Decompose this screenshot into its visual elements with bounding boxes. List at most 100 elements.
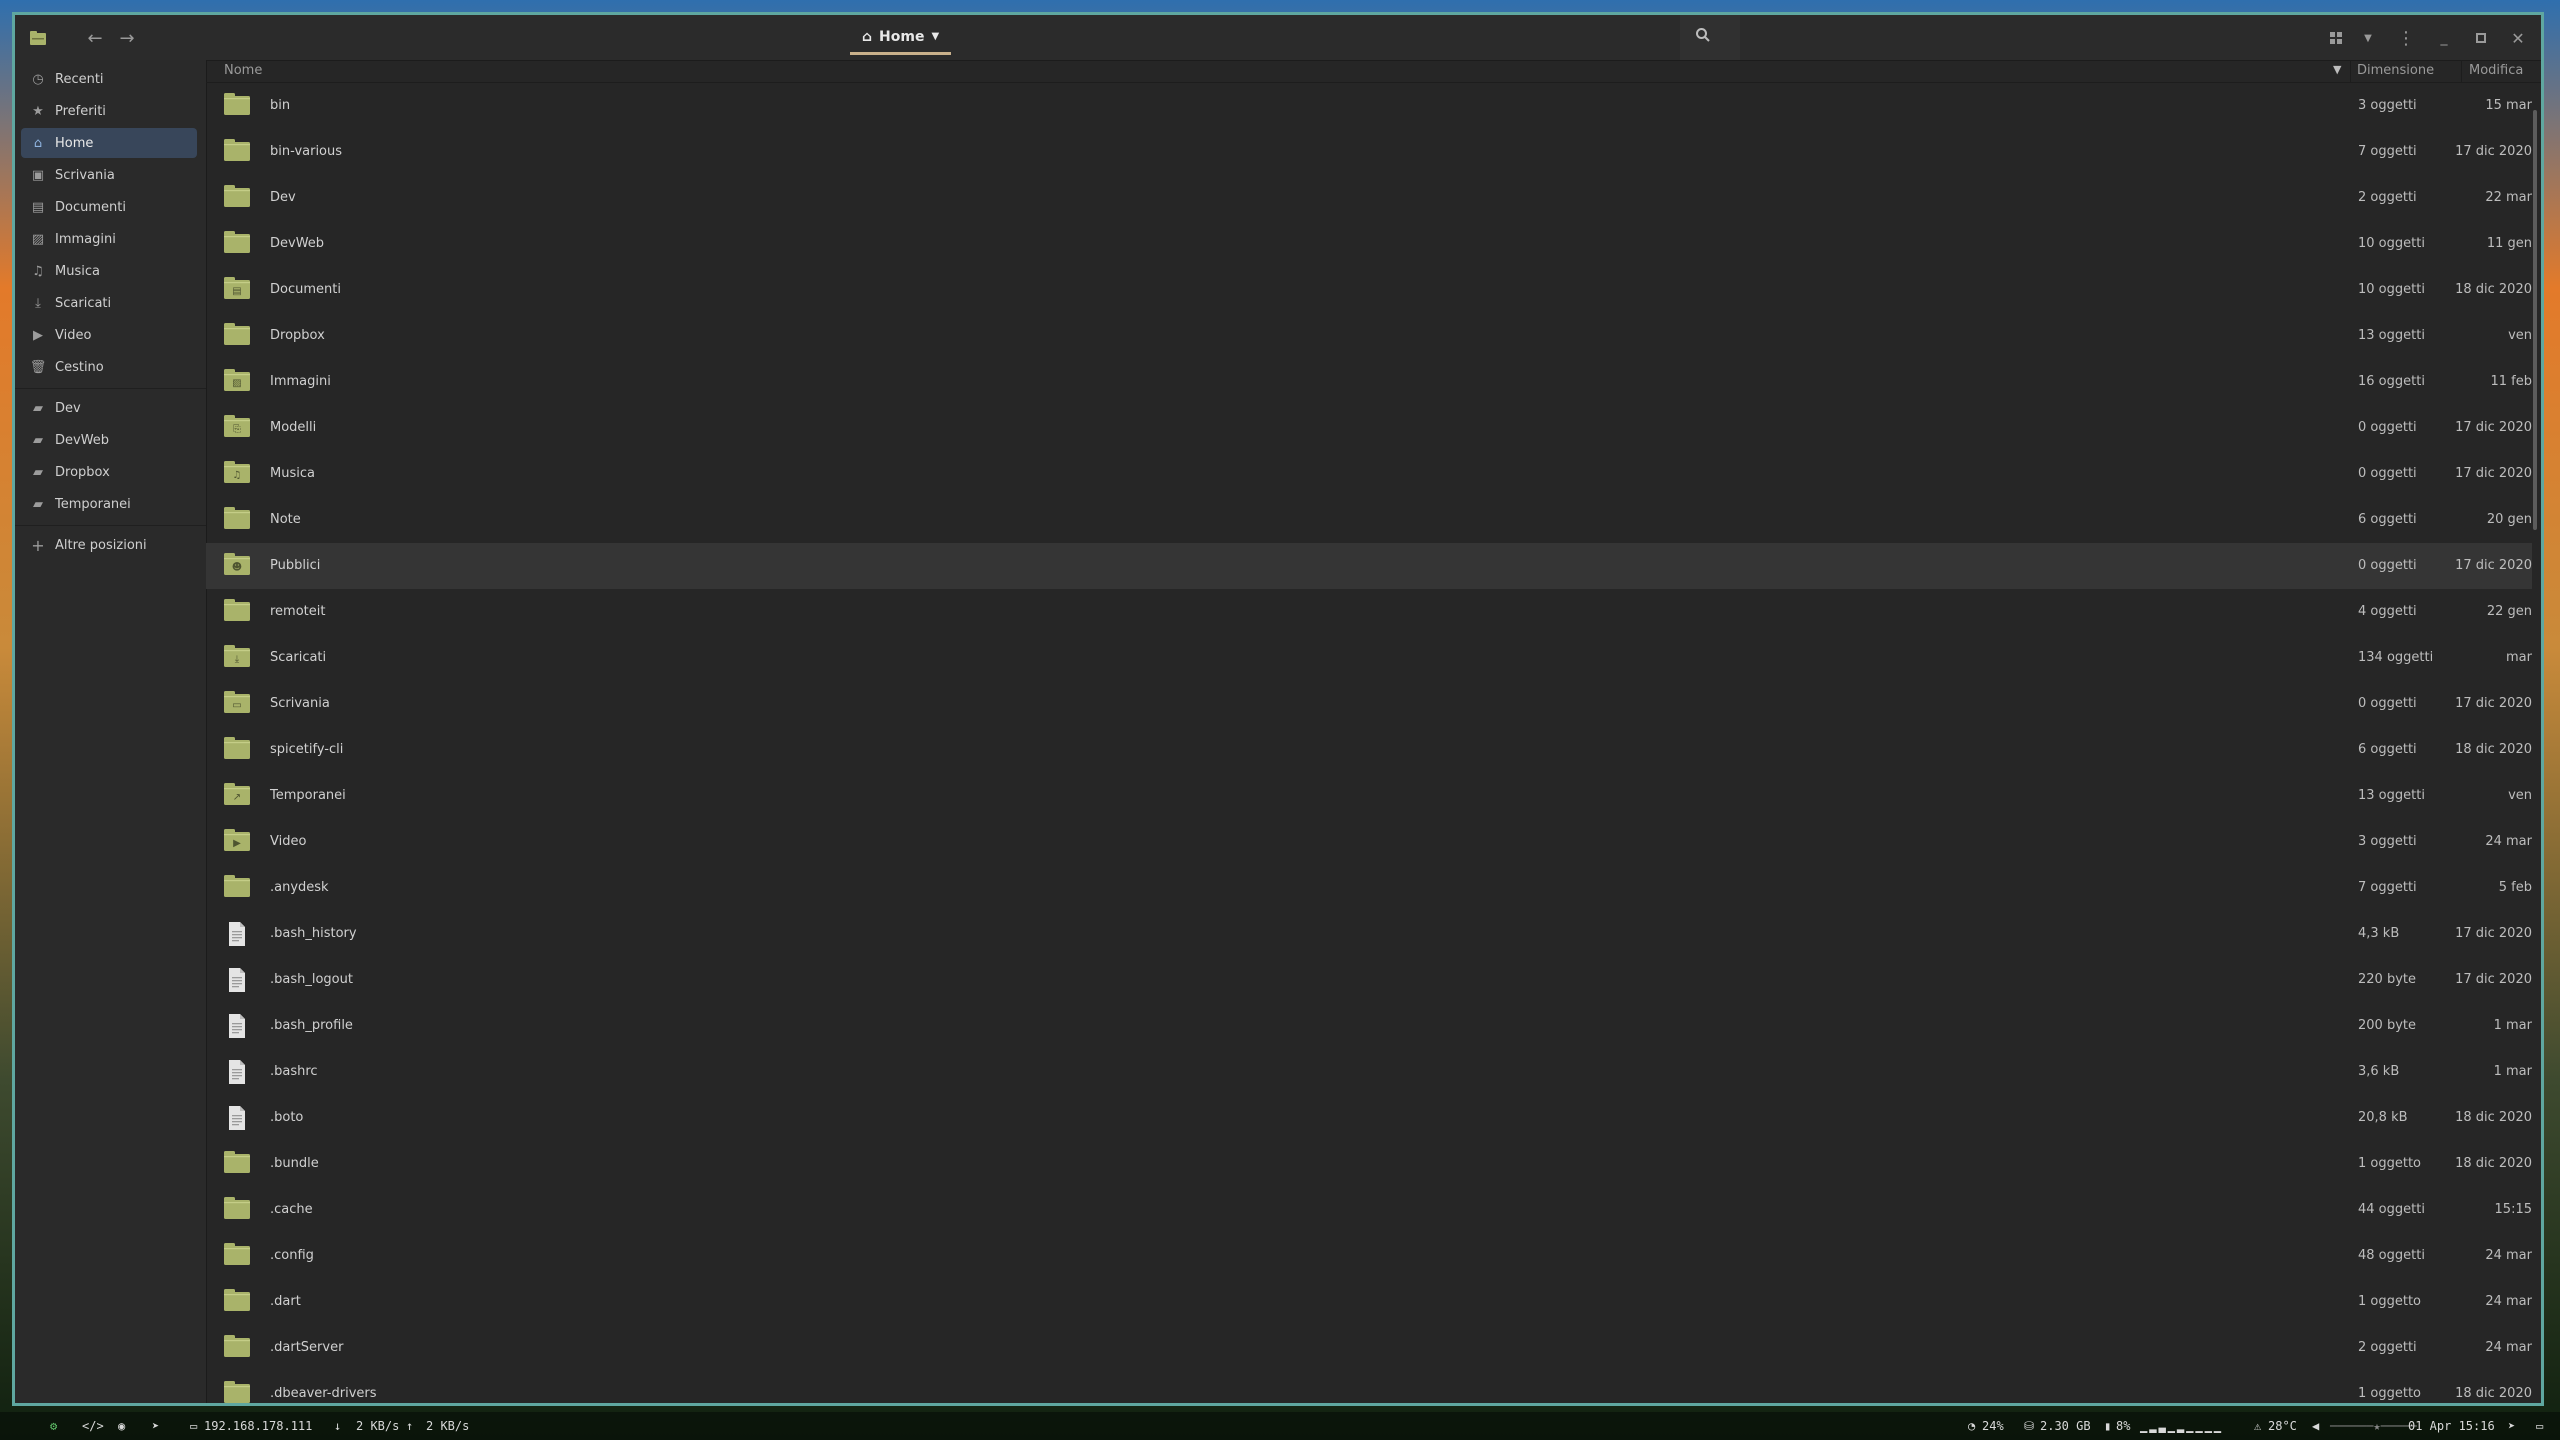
sidebar-bookmark-devweb[interactable]: ▰ DevWeb xyxy=(21,425,197,455)
back-icon[interactable]: ← xyxy=(80,23,110,53)
folder-icon xyxy=(224,1151,250,1173)
settings-icon[interactable]: ⚙ xyxy=(50,1419,57,1433)
telegram-icon[interactable]: ➤ xyxy=(152,1419,159,1433)
file-name: Modelli xyxy=(270,420,317,435)
table-row[interactable]: ▶ Video 3 oggetti 24 mar xyxy=(206,819,2532,865)
file-modified: 20 gen xyxy=(2486,512,2532,527)
folder-public-icon: ☻ xyxy=(224,553,250,575)
table-row[interactable]: ☻ Pubblici 0 oggetti 17 dic 2020 xyxy=(206,543,2532,589)
home-icon: ⌂ xyxy=(33,135,43,151)
text-file-icon xyxy=(224,1059,250,1084)
table-row[interactable]: .boto 20,8 kB 18 dic 2020 xyxy=(206,1095,2532,1141)
file-name: Dev xyxy=(270,190,296,205)
table-row[interactable]: Note 6 oggetti 20 gen xyxy=(206,497,2532,543)
temperature-icon: ⚠ xyxy=(2254,1419,2262,1433)
table-row[interactable]: .config 48 oggetti 24 mar xyxy=(206,1233,2532,1279)
file-size: 3,6 kB xyxy=(2358,1064,2400,1079)
folder-video-icon: ▶ xyxy=(224,829,250,851)
file-modified: 1 mar xyxy=(2493,1018,2532,1033)
table-row[interactable]: Dev 2 oggetti 22 mar xyxy=(206,175,2532,221)
table-row[interactable]: .cache 44 oggetti 15:15 xyxy=(206,1187,2532,1233)
image-icon: ▨ xyxy=(31,231,45,247)
path-bar-home[interactable]: ⌂ Home ▼ xyxy=(850,21,952,55)
minimize-icon[interactable]: _ xyxy=(2429,23,2459,53)
column-size-header[interactable]: Dimensione xyxy=(2357,63,2434,78)
sidebar-bookmark-dev[interactable]: ▰ Dev xyxy=(21,393,197,423)
sidebar-item-scrivania[interactable]: ▣ Scrivania xyxy=(21,160,197,190)
scrollbar[interactable] xyxy=(2533,110,2537,530)
search-icon[interactable] xyxy=(1695,27,1711,47)
table-row[interactable]: ▤ Documenti 10 oggetti 18 dic 2020 xyxy=(206,267,2532,313)
file-modified: 17 dic 2020 xyxy=(2455,558,2532,573)
table-row[interactable]: .dartServer 2 oggetti 24 mar xyxy=(206,1325,2532,1371)
column-headers: Nome ▼ Dimensione Modifica xyxy=(206,60,2541,83)
table-row[interactable]: ⎘ Modelli 0 oggetti 17 dic 2020 xyxy=(206,405,2532,451)
sidebar-item-recenti[interactable]: ◷ Recenti xyxy=(21,64,197,94)
table-row[interactable]: bin 3 oggetti 15 mar xyxy=(206,83,2532,129)
send-icon[interactable]: ➤ xyxy=(2508,1419,2515,1433)
table-row[interactable]: .anydesk 7 oggetti 5 feb xyxy=(206,865,2532,911)
close-icon[interactable]: ✕ xyxy=(2503,23,2533,53)
table-row[interactable]: ▨ Immagini 16 oggetti 11 feb xyxy=(206,359,2532,405)
sidebar-item-label: Scaricati xyxy=(55,295,112,311)
sidebar-item-other-locations[interactable]: + Altre posizioni xyxy=(21,530,197,560)
column-modified-header[interactable]: Modifica xyxy=(2469,63,2523,78)
file-name: Temporanei xyxy=(270,788,346,803)
sidebar-bookmark-temporanei[interactable]: ▰ Temporanei xyxy=(21,489,197,519)
sidebar-item-video[interactable]: ▶ Video xyxy=(21,320,197,350)
table-row[interactable]: ↗ Temporanei 13 oggetti ven xyxy=(206,773,2532,819)
code-icon[interactable]: </> xyxy=(82,1419,104,1433)
menu-icon[interactable]: ⋮ xyxy=(2391,23,2421,53)
speaker-icon[interactable]: ◀ xyxy=(2312,1419,2319,1433)
table-row[interactable]: .dbeaver-drivers 1 oggetto 18 dic 2020 xyxy=(206,1371,2532,1417)
folder-icon: ▰ xyxy=(33,400,43,416)
file-size: 4,3 kB xyxy=(2358,926,2400,941)
sidebar-item-label: DevWeb xyxy=(55,432,110,448)
table-row[interactable]: .bash_logout 220 byte 17 dic 2020 xyxy=(206,957,2532,1003)
table-row[interactable]: remoteit 4 oggetti 22 gen xyxy=(206,589,2532,635)
sidebar-item-musica[interactable]: ♫ Musica xyxy=(21,256,197,286)
sidebar-item-cestino[interactable]: 🗑 Cestino xyxy=(21,352,197,382)
sidebar-item-documenti[interactable]: ▤ Documenti xyxy=(21,192,197,222)
table-row[interactable]: .bash_profile 200 byte 1 mar xyxy=(206,1003,2532,1049)
table-row[interactable]: .bashrc 3,6 kB 1 mar xyxy=(206,1049,2532,1095)
maximize-icon[interactable] xyxy=(2466,23,2496,53)
volume-slider[interactable]: ──────★───── xyxy=(2330,1419,2417,1433)
table-row[interactable]: ♫ Musica 0 oggetti 17 dic 2020 xyxy=(206,451,2532,497)
table-row[interactable]: spicetify-cli 6 oggetti 18 dic 2020 xyxy=(206,727,2532,773)
folder-desktop-icon: ▭ xyxy=(224,691,250,713)
folder-icon: ▰ xyxy=(33,496,43,512)
app-circle-icon[interactable]: ◉ xyxy=(118,1419,125,1433)
table-row[interactable]: .dart 1 oggetto 24 mar xyxy=(206,1279,2532,1325)
table-row[interactable]: ⤓ Scaricati 134 oggetti mar xyxy=(206,635,2532,681)
table-row[interactable]: Dropbox 13 oggetti ven xyxy=(206,313,2532,359)
svg-text:▨: ▨ xyxy=(232,378,241,389)
file-name: Documenti xyxy=(270,282,341,297)
table-row[interactable]: .bash_history 4,3 kB 17 dic 2020 xyxy=(206,911,2532,957)
grid-view-icon[interactable] xyxy=(2321,23,2351,53)
sidebar-item-immagini[interactable]: ▨ Immagini xyxy=(21,224,197,254)
svg-text:☻: ☻ xyxy=(232,561,242,573)
column-divider[interactable] xyxy=(2350,60,2351,82)
table-row[interactable]: DevWeb 10 oggetti 11 gen xyxy=(206,221,2532,267)
sidebar-item-home[interactable]: ⌂ Home xyxy=(21,128,197,158)
file-size: 1 oggetto xyxy=(2358,1156,2422,1171)
folder-link-icon: ↗ xyxy=(224,783,250,805)
sidebar-item-scaricati[interactable]: ⤓ Scaricati xyxy=(21,288,197,318)
table-row[interactable]: bin-various 7 oggetti 17 dic 2020 xyxy=(206,129,2532,175)
notification-icon[interactable]: ▭ xyxy=(2536,1419,2543,1433)
table-row[interactable]: ▭ Scrivania 0 oggetti 17 dic 2020 xyxy=(206,681,2532,727)
text-file-icon xyxy=(224,921,250,946)
forward-icon[interactable]: → xyxy=(112,23,142,53)
file-name: Note xyxy=(270,512,301,527)
plus-icon: + xyxy=(31,535,45,555)
svg-text:⎘: ⎘ xyxy=(233,424,241,435)
column-divider[interactable] xyxy=(2461,60,2462,82)
sidebar-item-preferiti[interactable]: ★ Preferiti xyxy=(21,96,197,126)
file-list: Nome ▼ Dimensione Modifica bin 3 oggetti 1… xyxy=(206,60,2541,1403)
sidebar-bookmark-dropbox[interactable]: ▰ Dropbox xyxy=(21,457,197,487)
file-modified: ven xyxy=(2508,788,2532,803)
view-options-icon[interactable]: ▼ xyxy=(2353,23,2383,53)
column-name-header[interactable]: Nome xyxy=(224,63,262,78)
table-row[interactable]: .bundle 1 oggetto 18 dic 2020 xyxy=(206,1141,2532,1187)
